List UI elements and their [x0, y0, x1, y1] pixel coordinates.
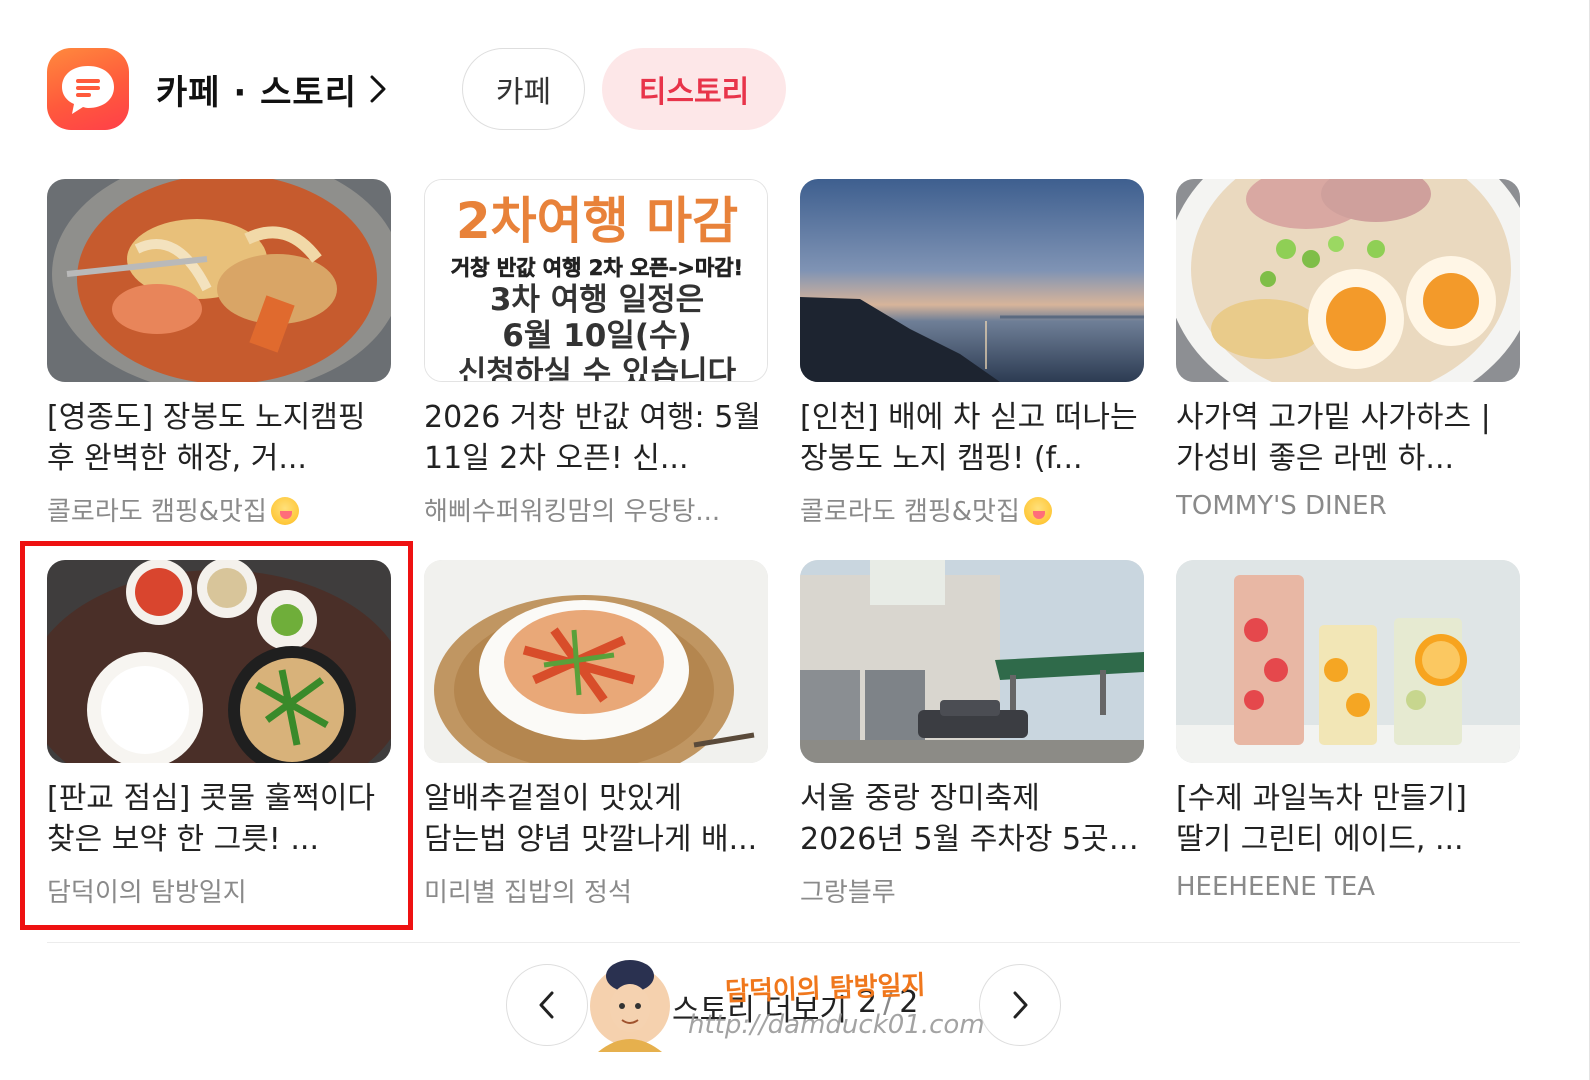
card-thumbnail-street[interactable] [800, 560, 1144, 763]
notice-line4: 6월 10일(수) [502, 318, 691, 354]
notice-line3: 3차 여행 일정은 [490, 282, 704, 318]
story-panel: 카페 · 스토리 카페 티스토리 [영종도] 장봉도 노지캠핑 후 완벽한 해장… [0, 0, 1590, 1080]
highlight-box [20, 541, 413, 930]
card-thumbnail-kimchi[interactable] [424, 560, 768, 763]
cafe-story-app-icon [47, 48, 129, 130]
card-title[interactable]: [수제 과일녹차 만들기] 딸기 그린티 에이드, ... [1176, 778, 1520, 860]
card-source: TOMMY'S DINER [1176, 491, 1387, 521]
chevron-right-icon [370, 75, 386, 103]
card-thumbnail-sunset-sea[interactable] [800, 179, 1144, 382]
watermark-url: http://damduck01.com [688, 1010, 985, 1040]
card-source: 콜로라도 캠핑&맛집 [800, 491, 1144, 528]
card-title[interactable]: [영종도] 장봉도 노지캠핑 후 완벽한 해장, 거... [47, 397, 391, 479]
card-source-text: 콜로라도 캠핑&맛집 [47, 497, 267, 527]
next-page-button[interactable] [979, 964, 1061, 1046]
card-source: 그랑블루 [800, 878, 896, 908]
watermark-title: 담덕이의 탐방일지 [724, 970, 926, 1008]
card-source-text: 콜로라도 캠핑&맛집 [800, 497, 1020, 527]
section-title-text: 카페 · 스토리 [156, 72, 357, 113]
chevron-right-icon [1013, 991, 1028, 1019]
divider [47, 942, 1520, 943]
card-title[interactable]: 알배추겉절이 맛있게 담는법 양념 맛깔나게 배... [424, 778, 768, 860]
card-thumbnail-notice[interactable]: 2차여행 마감 거창 반값 여행 2차 오픈->마감! 3차 여행 일정은 6월… [424, 179, 768, 382]
smiley-emoji-icon [1023, 497, 1052, 525]
notice-line1: 2차여행 마감 [456, 192, 738, 250]
card-thumbnail-spicy-stew[interactable] [47, 179, 391, 382]
card-title[interactable]: 2026 거창 반값 여행: 5월 11일 2차 오픈! 신... [424, 397, 768, 479]
chevron-left-icon [539, 991, 554, 1019]
card-title[interactable]: 사가역 고가밑 사가하츠 | 가성비 좋은 라멘 하... [1176, 397, 1520, 479]
smiley-emoji-icon [270, 497, 299, 525]
notice-line5: 신청하실 수 있습니다 [458, 355, 737, 382]
prev-page-button[interactable] [506, 964, 588, 1046]
card-thumbnail-fruit-tea[interactable] [1176, 560, 1520, 763]
watermark-avatar [588, 956, 672, 1052]
card-thumbnail-ramen[interactable] [1176, 179, 1520, 382]
card-source: 해삐수퍼워킹맘의 우당탕... [424, 497, 721, 527]
tab-tistory[interactable]: 티스토리 [602, 48, 786, 130]
card-source: HEEHEENE TEA [1176, 872, 1376, 902]
notice-line2: 거창 반값 여행 2차 오픈->마감! [451, 256, 743, 280]
card-source: 콜로라도 캠핑&맛집 [47, 491, 391, 528]
chat-bubble-icon [62, 66, 114, 114]
card-source: 미리별 집밥의 정석 [424, 878, 632, 908]
tab-cafe[interactable]: 카페 [462, 48, 585, 130]
card-title[interactable]: [인천] 배에 차 싣고 떠나는 장봉도 노지 캠핑! (f... [800, 397, 1144, 479]
card-title[interactable]: 서울 중랑 장미축제 2026년 5월 주차장 5곳 완... [800, 778, 1144, 860]
section-title-link[interactable]: 카페 · 스토리 [156, 66, 387, 113]
